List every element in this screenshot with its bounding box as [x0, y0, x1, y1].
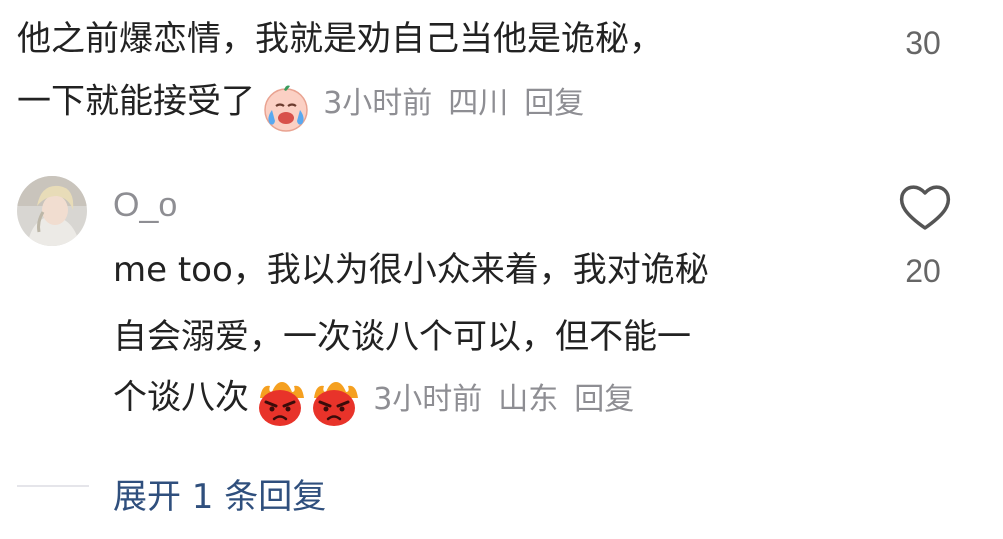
like-count: 20 — [905, 253, 941, 289]
comment-time: 3小时前 — [323, 85, 433, 121]
username[interactable]: O_o — [113, 186, 177, 225]
comment-time: 3小时前 — [373, 381, 483, 417]
reply-button[interactable]: 回复 — [524, 86, 584, 121]
comment-text-line: 自会溺爱，一次谈八个可以，但不能一 — [113, 317, 691, 357]
comment-text-line: me too，我以为很小众来着，我对诡秘 — [113, 250, 709, 290]
heart-icon[interactable] — [897, 181, 953, 233]
divider — [17, 485, 89, 487]
comment-text-line: 一下就能接受了 — [17, 81, 255, 122]
comment-text-line: 他之前爆恋情，我就是劝自己当他是诡秘， — [17, 19, 663, 59]
comment-meta: 3小时前 四川 回复 — [323, 86, 600, 121]
comment-text-line: 个谈八次 — [113, 377, 249, 418]
like-count: 30 — [905, 25, 941, 61]
comment-location: 四川 — [448, 85, 509, 121]
angry-face-emoji-icon — [313, 382, 359, 426]
comment-location: 山东 — [498, 381, 559, 417]
comment-text-row: 一下就能接受了 3小时前 四川 回复 — [17, 82, 600, 134]
crying-face-emoji-icon — [264, 85, 308, 132]
angry-face-emoji-icon — [259, 382, 305, 426]
comment-meta: 3小时前 山东 回复 — [373, 382, 650, 417]
avatar[interactable] — [17, 176, 87, 246]
comment-text-row: 个谈八次 3小时前 山东 回复 — [113, 378, 650, 430]
reply-button[interactable]: 回复 — [574, 382, 634, 417]
expand-replies-button[interactable]: 展开 1 条回复 — [113, 469, 326, 518]
